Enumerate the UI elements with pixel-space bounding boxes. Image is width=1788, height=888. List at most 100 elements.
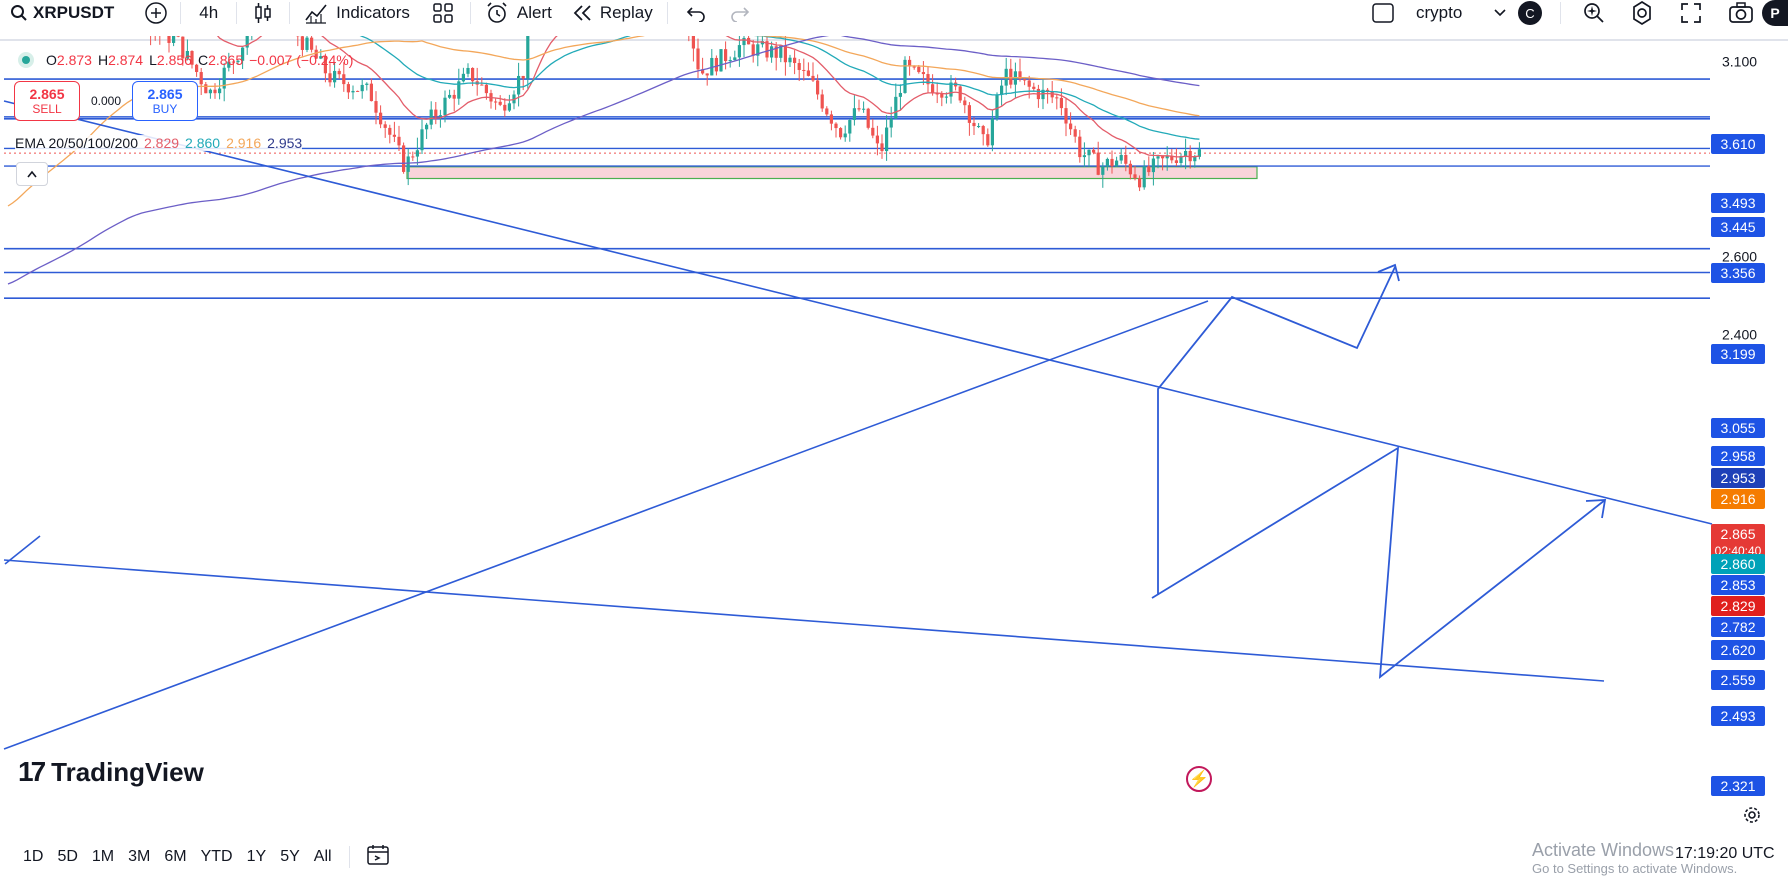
candle-body xyxy=(1073,129,1077,137)
axis-settings-button[interactable] xyxy=(1742,805,1762,831)
candle-body xyxy=(737,45,741,58)
alert-button[interactable]: Alert xyxy=(475,0,562,26)
interval-button[interactable]: 4h xyxy=(185,0,232,26)
divider xyxy=(1560,2,1561,24)
settings-button[interactable] xyxy=(1622,0,1662,26)
candle-body xyxy=(517,75,521,95)
candle-body xyxy=(898,92,902,97)
price-chart[interactable]: 3.8003.7003.4003.3003.1002.6002.4003.610… xyxy=(0,36,1788,806)
undo-button[interactable] xyxy=(672,0,720,26)
gear-icon xyxy=(1633,1,1651,25)
open-value: 2.873 xyxy=(56,52,92,68)
range-button-5d[interactable]: 5D xyxy=(50,848,84,866)
price-label-text: 2.493 xyxy=(1720,708,1755,724)
candle-body xyxy=(894,96,898,119)
candle-body xyxy=(1069,123,1073,130)
camera-icon xyxy=(1729,2,1753,23)
redo-button[interactable] xyxy=(720,0,760,26)
range-button-6m[interactable]: 6M xyxy=(157,848,193,866)
candle-body xyxy=(1087,149,1091,156)
candle-body xyxy=(843,133,847,138)
sell-button[interactable]: 2.865 SELL xyxy=(14,81,80,121)
snapshot-button[interactable] xyxy=(1720,0,1762,26)
candle-body xyxy=(866,108,870,128)
candle-body xyxy=(425,124,429,130)
indicators-label: Indicators xyxy=(336,3,410,22)
lightning-icon[interactable]: ⚡ xyxy=(1186,766,1212,792)
sell-label: SELL xyxy=(32,102,62,116)
watchlist-toggle-button[interactable] xyxy=(1363,0,1403,26)
candle-body xyxy=(1078,136,1082,158)
chart-pane[interactable]: 3.8003.7003.4003.3003.1002.6002.4003.610… xyxy=(0,36,1788,806)
candle-body xyxy=(806,70,810,76)
candle-body xyxy=(1110,158,1114,167)
candle-body xyxy=(498,101,502,105)
range-button-5y[interactable]: 5Y xyxy=(273,848,307,866)
range-button-1y[interactable]: 1Y xyxy=(240,848,274,866)
candle-body xyxy=(305,37,309,50)
ema100-value: 2.916 xyxy=(226,135,262,151)
ema20-value: 2.829 xyxy=(144,135,180,151)
candle-body xyxy=(415,150,419,157)
compare-button[interactable] xyxy=(136,0,176,26)
candles-icon xyxy=(255,3,271,23)
search-icon xyxy=(11,5,27,21)
candle-body xyxy=(310,37,314,50)
tradingview-logo-text: TradingView xyxy=(51,756,204,787)
profile-avatar[interactable]: P xyxy=(1762,0,1788,26)
candle-body xyxy=(1119,154,1123,161)
symbol-search[interactable]: XRPUSDT xyxy=(0,0,122,26)
divider xyxy=(469,2,471,24)
divider xyxy=(236,2,238,24)
ema200-value: 2.953 xyxy=(267,135,303,151)
price-tick-label: 2.600 xyxy=(1722,249,1757,265)
candle-body xyxy=(392,134,396,137)
candle-body xyxy=(963,100,967,106)
plus-circle-icon xyxy=(145,2,167,24)
date-range-button[interactable] xyxy=(360,844,396,871)
layout-name: crypto xyxy=(1416,3,1463,22)
alarm-clock-icon xyxy=(487,2,507,23)
candle-body xyxy=(705,73,709,76)
divider xyxy=(180,2,182,24)
candle-body xyxy=(990,118,994,146)
candle-body xyxy=(834,123,838,129)
candle-body xyxy=(1133,174,1137,179)
candle-body xyxy=(434,109,438,117)
interval-label: 4h xyxy=(199,3,219,22)
candle-body xyxy=(452,94,456,99)
utc-clock[interactable]: 17:19:20 UTC xyxy=(1675,845,1775,863)
candle-body xyxy=(1000,85,1004,95)
indicators-button[interactable]: Indicators xyxy=(294,0,420,26)
buy-label: BUY xyxy=(152,102,178,116)
candle-body xyxy=(1174,160,1178,164)
candle-body xyxy=(1101,166,1105,175)
range-button-ytd[interactable]: YTD xyxy=(194,848,240,866)
layout-badge-letter: C xyxy=(1518,1,1542,25)
range-button-1d[interactable]: 1D xyxy=(16,848,50,866)
chart-type-button[interactable] xyxy=(241,0,285,26)
ema-legend[interactable]: EMA 20/50/100/200 2.829 2.860 2.916 2.95… xyxy=(15,135,303,151)
candle-body xyxy=(1151,158,1155,173)
fullscreen-button[interactable] xyxy=(1672,0,1710,26)
price-label-text: 2.782 xyxy=(1720,619,1755,635)
candle-body xyxy=(880,143,884,152)
candle-body xyxy=(921,72,925,75)
range-button-1m[interactable]: 1M xyxy=(85,848,121,866)
quick-search-button[interactable] xyxy=(1574,0,1614,26)
candle-body xyxy=(1138,178,1142,188)
templates-button[interactable] xyxy=(420,0,466,26)
collapse-legend-button[interactable] xyxy=(16,162,48,186)
low-value: 2.856 xyxy=(156,52,192,68)
layout-name-button[interactable]: crypto xyxy=(1408,0,1470,26)
range-button-3m[interactable]: 3M xyxy=(121,848,157,866)
range-button-all[interactable]: All xyxy=(307,848,339,866)
buy-button[interactable]: 2.865 BUY xyxy=(132,81,198,121)
candle-body xyxy=(1156,156,1160,159)
candle-body xyxy=(1009,68,1013,85)
candle-body xyxy=(1161,156,1165,159)
replay-button[interactable]: Replay xyxy=(562,0,663,26)
candle-body xyxy=(494,101,498,103)
candle-body xyxy=(167,36,171,43)
candle-body xyxy=(885,127,889,152)
